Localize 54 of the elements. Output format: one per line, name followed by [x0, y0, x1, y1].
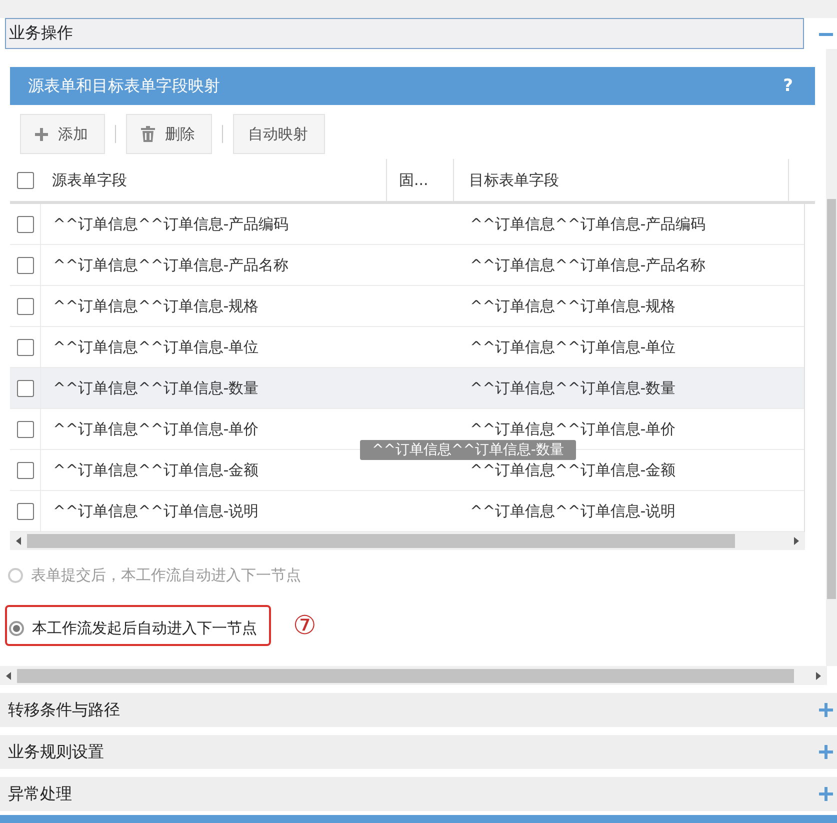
- select-all-checkbox[interactable]: [16, 172, 34, 188]
- scroll-right-icon[interactable]: [794, 537, 799, 545]
- table-row[interactable]: ^^订单信息^^订单信息-规格 ^^订单信息^^订单信息-规格: [10, 286, 804, 327]
- scrollbar-thumb[interactable]: [27, 534, 735, 548]
- table-row[interactable]: ^^订单信息^^订单信息-产品编码 ^^订单信息^^订单信息-产品编码: [10, 204, 804, 245]
- table-cell: ^^订单信息^^订单信息-产品名称: [470, 256, 706, 274]
- row-checkbox[interactable]: [16, 462, 34, 478]
- delete-button[interactable]: 删除: [126, 114, 212, 154]
- table-cell: ^^订单信息^^订单信息-产品名称: [53, 256, 289, 274]
- panel-title: 源表单和目标表单字段映射: [28, 76, 220, 96]
- row-checkbox[interactable]: [16, 502, 34, 520]
- row-checkbox[interactable]: [16, 380, 34, 396]
- row-checkbox[interactable]: [16, 216, 34, 232]
- scrollbar-thumb[interactable]: [827, 199, 836, 599]
- table-cell: ^^订单信息^^订单信息-数量: [53, 378, 259, 396]
- table-cell: ^^订单信息^^订单信息-金额: [470, 460, 676, 478]
- expand-icon[interactable]: [818, 786, 834, 802]
- plus-icon: [35, 128, 48, 140]
- row-checkbox[interactable]: [16, 338, 34, 356]
- table-cell: ^^订单信息^^订单信息-说明: [470, 502, 676, 520]
- column-header[interactable]: 固...: [387, 159, 454, 201]
- scroll-left-icon[interactable]: [6, 672, 11, 680]
- row-checkbox[interactable]: [16, 298, 34, 314]
- table-cell: ^^订单信息^^订单信息-规格: [470, 296, 676, 314]
- table-cell: ^^订单信息^^订单信息-产品编码: [53, 214, 289, 232]
- table-cell: ^^订单信息^^订单信息-单位: [53, 338, 259, 356]
- table-row[interactable]: ^^订单信息^^订单信息-数量 ^^订单信息^^订单信息-数量: [10, 368, 804, 409]
- table-row[interactable]: ^^订单信息^^订单信息-产品名称 ^^订单信息^^订单信息-产品名称: [10, 245, 804, 286]
- expand-icon[interactable]: [818, 702, 834, 718]
- table-cell: ^^订单信息^^订单信息-金额: [53, 460, 259, 478]
- table-cell: ^^订单信息^^订单信息-规格: [53, 296, 259, 314]
- table-cell: ^^订单信息^^订单信息-单位: [470, 338, 676, 356]
- table-cell: ^^订单信息^^订单信息-单价: [53, 420, 259, 438]
- table-cell: ^^订单信息^^订单信息-单价: [470, 420, 676, 438]
- tooltip: ^^订单信息^^订单信息-数量: [360, 440, 576, 460]
- section-header[interactable]: 业务操作: [5, 18, 804, 49]
- expand-icon[interactable]: [818, 744, 834, 760]
- table-cell: ^^订单信息^^订单信息-数量: [470, 378, 676, 396]
- column-header[interactable]: 源表单字段: [40, 159, 387, 201]
- radio-button[interactable]: [9, 621, 24, 636]
- scrollbar-thumb[interactable]: [17, 668, 794, 682]
- option-label: 本工作流发起后自动进入下一节点: [32, 619, 257, 638]
- row-checkbox[interactable]: [16, 256, 34, 274]
- step-number: ⑦: [293, 610, 316, 640]
- scroll-right-icon[interactable]: [816, 672, 821, 680]
- column-header[interactable]: 目标表单字段: [454, 159, 789, 201]
- row-checkbox[interactable]: [16, 420, 34, 438]
- table-cell: ^^订单信息^^订单信息-产品编码: [470, 214, 706, 232]
- add-button[interactable]: 添加: [20, 114, 105, 154]
- scroll-left-icon[interactable]: [16, 537, 21, 545]
- auto-map-button[interactable]: 自动映射: [233, 114, 325, 154]
- table-cell: ^^订单信息^^订单信息-说明: [53, 502, 259, 520]
- option-label: 表单提交后，本工作流自动进入下一节点: [31, 566, 301, 585]
- trash-icon: [141, 126, 155, 142]
